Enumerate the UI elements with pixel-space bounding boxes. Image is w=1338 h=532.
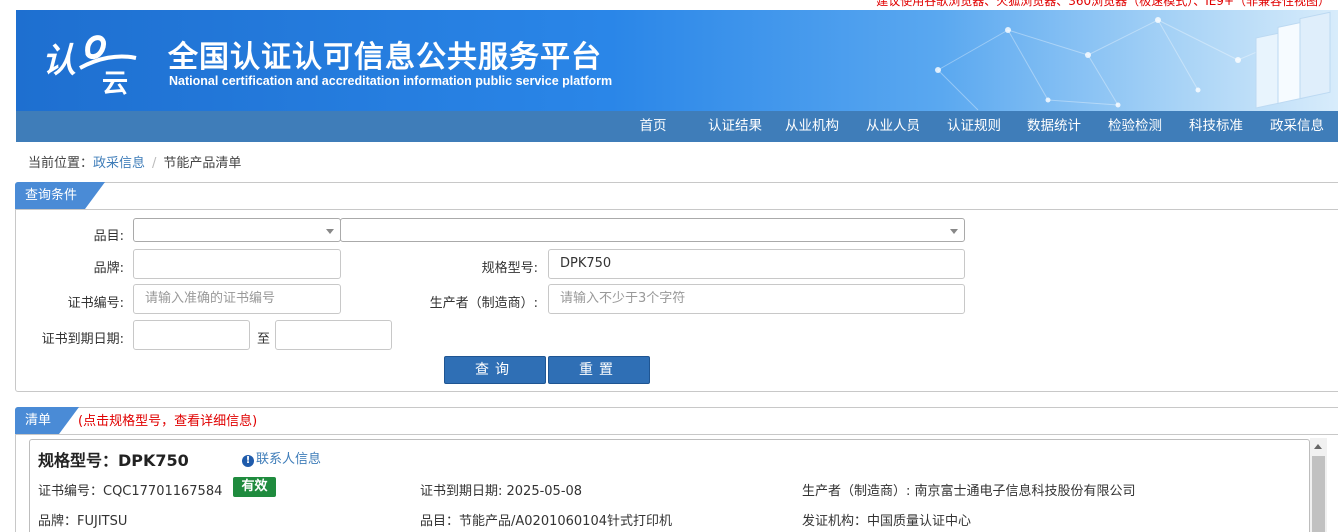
manufacturer-label: 生产者（制造商）: (429, 296, 538, 311)
reset-button[interactable]: 重置 (548, 356, 650, 384)
svg-text:认: 认 (42, 41, 76, 81)
manufacturer-input[interactable]: 请输入不少于3个字符 (548, 284, 965, 314)
scroll-up-icon[interactable] (1314, 444, 1322, 449)
scroll-thumb[interactable] (1312, 456, 1325, 532)
nav-procurement[interactable]: 政采信息 (1256, 111, 1338, 142)
breadcrumb-link-procurement[interactable]: 政采信息 (93, 156, 145, 171)
main-nav: 首页 认证结果 从业机构 从业人员 认证规则 数据统计 检验检测 科技标准 政采… (16, 111, 1338, 142)
result-cert-no: 证书编号：CQC17701167584 (38, 484, 223, 499)
query-panel: 查询条件 品目: 品牌: 规格型号: DPK750 证书编号: 请输入准确的证书… (15, 182, 1338, 392)
result-category: 品目：节能产品/A0201060104针式打印机 (420, 514, 672, 529)
search-button[interactable]: 查询 (444, 356, 546, 384)
contact-info-link[interactable]: ! 联系人信息 (242, 448, 321, 467)
result-card: 规格型号：DPK750 ! 联系人信息 证书编号：CQC17701167584 有… (29, 439, 1310, 532)
model-input[interactable]: DPK750 (548, 249, 965, 279)
result-manufacturer: 生产者（制造商）: 南京富士通电子信息科技股份有限公司 (802, 484, 1136, 499)
chevron-down-icon (326, 229, 334, 234)
list-hint: (点击规格型号，查看详细信息) (78, 414, 258, 429)
site-subtitle: National certification and accreditation… (169, 74, 613, 88)
breadcrumb-separator: / (152, 156, 157, 171)
result-expiry: 证书到期日期: 2025-05-08 (420, 484, 583, 499)
query-panel-header: 查询条件 (16, 183, 1338, 210)
breadcrumb: 当前位置：政采信息 / 节能产品清单 (28, 152, 241, 171)
browser-notice: 建议使用谷歌浏览器、火狐浏览器、360浏览器（极速模式）、IE9+（非兼容性视图… (876, 0, 1330, 8)
nav-statistics[interactable]: 数据统计 (1014, 111, 1094, 142)
nav-inspection[interactable]: 检验检测 (1094, 111, 1176, 142)
nav-home[interactable]: 首页 (616, 111, 690, 142)
nav-personnel[interactable]: 从业人员 (852, 111, 934, 142)
cert-no-input[interactable]: 请输入准确的证书编号 (133, 284, 341, 314)
nav-cert-rules[interactable]: 认证规则 (934, 111, 1014, 142)
query-tab: 查询条件 (15, 182, 105, 209)
expiry-to-label: 至 (257, 332, 271, 347)
site-title: 全国认证认可信息公共服务平台 (168, 40, 602, 75)
network-decoration (935, 11, 1331, 111)
list-scrollbar[interactable] (1310, 438, 1327, 532)
result-issuer: 发证机构：中国质量认证中心 (802, 514, 972, 529)
contact-info-label: 联系人信息 (256, 452, 322, 467)
category-select[interactable] (133, 218, 341, 242)
svg-text:云: 云 (102, 69, 128, 96)
result-model-link[interactable]: 规格型号：DPK750 (38, 447, 189, 471)
cert-no-label: 证书编号: (67, 296, 124, 311)
nav-institutions[interactable]: 从业机构 (772, 111, 852, 142)
brand-input[interactable] (133, 249, 341, 279)
list-tab: 清单 (15, 407, 79, 434)
expiry-from-input[interactable] (133, 320, 250, 350)
site-banner: 认 云 全国认证认可信息公共服务平台 National certificatio… (16, 10, 1338, 111)
nav-standards[interactable]: 科技标准 (1176, 111, 1256, 142)
model-label: 规格型号: (481, 261, 538, 276)
info-icon: ! (242, 455, 254, 467)
subcategory-select[interactable] (340, 218, 965, 242)
brand-label: 品牌: (93, 261, 124, 276)
breadcrumb-label: 当前位置： (28, 156, 94, 171)
logo-icon: 认 云 (42, 35, 137, 96)
expiry-label: 证书到期日期: (41, 332, 124, 347)
list-panel: 清单 (点击规格型号，查看详细信息) 规格型号：DPK750 ! 联系人信息 证书… (15, 407, 1338, 532)
list-panel-header: 清单 (点击规格型号，查看详细信息) (16, 408, 1338, 435)
result-brand: 品牌：FUJITSU (38, 514, 128, 529)
nav-cert-results[interactable]: 认证结果 (698, 111, 772, 142)
expiry-to-input[interactable] (275, 320, 392, 350)
status-badge: 有效 (233, 477, 276, 497)
breadcrumb-current: 节能产品清单 (163, 156, 242, 171)
chevron-down-icon (950, 229, 958, 234)
category-label: 品目: (93, 229, 124, 244)
